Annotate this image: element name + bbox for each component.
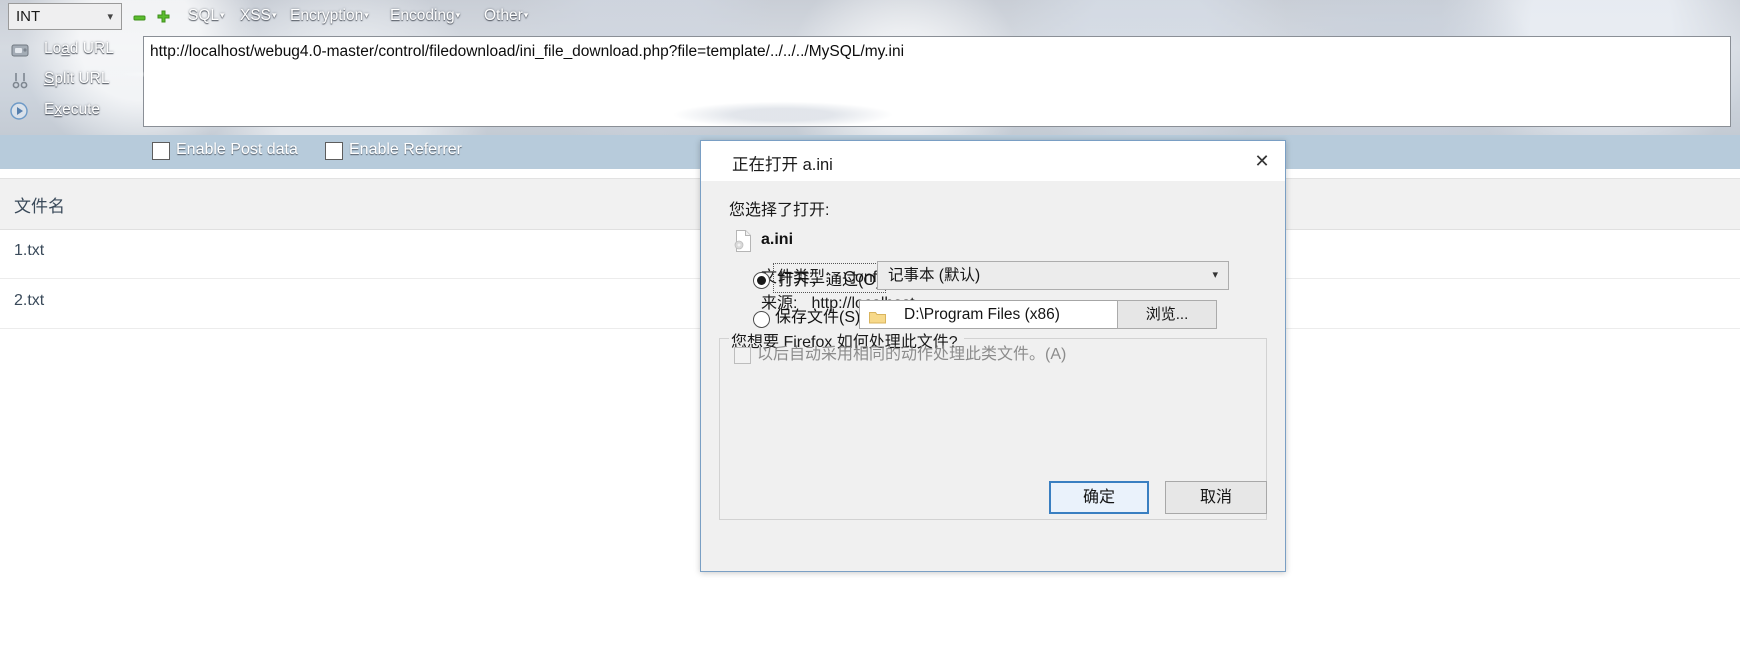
save-file-label[interactable]: 保存文件(S) <box>775 303 860 327</box>
load-url-icon <box>10 40 30 60</box>
caret-down-icon: ▾ <box>272 10 277 21</box>
open-with-radio[interactable] <box>753 272 770 289</box>
menu-sql[interactable]: SQL▾ <box>188 7 225 25</box>
split-url-icon <box>10 70 30 90</box>
column-header-filename: 文件名 <box>14 197 65 216</box>
ini-file-icon <box>733 229 753 253</box>
enable-referrer-label: Enable Referrer <box>349 141 462 158</box>
file-name-cell[interactable]: 1.txt <box>14 242 44 260</box>
caret-down-icon: ▾ <box>455 10 461 21</box>
caret-down-icon: ▾ <box>364 10 369 21</box>
menu-other[interactable]: Other▾ <box>484 7 528 25</box>
url-input[interactable]: http://localhost/webug4.0-master/control… <box>143 36 1731 127</box>
enable-post-data-checkbox[interactable] <box>152 142 170 160</box>
menu-encryption[interactable]: Encryption▾ <box>290 7 369 25</box>
open-with-application-select[interactable]: 记事本 (默认) ▾ <box>877 261 1229 290</box>
plus-icon[interactable] <box>157 10 170 23</box>
dialog-title: 正在打开 a.ini <box>732 156 833 174</box>
split-url-button[interactable]: Split URL <box>44 70 109 88</box>
enable-referrer-checkbox[interactable] <box>325 142 343 160</box>
dialog-titlebar: 正在打开 a.ini ✕ <box>701 141 1285 181</box>
ok-button[interactable]: 确定 <box>1049 481 1149 514</box>
execute-button[interactable]: Execute <box>44 101 100 119</box>
dialog-intro-text: 您选择了打开: <box>729 202 830 219</box>
execute-icon <box>9 101 29 121</box>
save-file-radio[interactable] <box>753 311 770 328</box>
dialog-body: 您选择了打开: a.ini 文件类型:Configuration Setting… <box>701 181 1285 571</box>
chevron-down-icon: ▾ <box>107 11 113 23</box>
remember-choice-label: 以后自动采用相同的动作处理此类文件。(A) <box>757 346 1067 363</box>
menu-xss[interactable]: XSS▾ <box>240 7 277 25</box>
file-name: a.ini <box>761 231 794 248</box>
hackbar-toolbar: INT ▾ SQL▾ XSS▾ Encryption▾ Encoding▾ Ot… <box>0 0 1740 135</box>
load-url-button[interactable]: Load URL <box>44 40 114 58</box>
folder-icon <box>869 306 886 324</box>
open-with-application-value: 记事本 (默认) <box>888 267 981 284</box>
file-name-cell[interactable]: 2.txt <box>14 292 44 310</box>
menu-encoding[interactable]: Encoding▾ <box>390 7 460 25</box>
save-path-value: D:\Program Files (x86) <box>904 306 1060 323</box>
remember-choice-checkbox[interactable] <box>734 347 751 364</box>
minus-icon[interactable] <box>133 11 146 24</box>
open-with-label[interactable]: 打开，通过(O) <box>773 263 887 293</box>
close-icon[interactable]: ✕ <box>1248 149 1276 173</box>
save-path-field[interactable]: D:\Program Files (x86) <box>859 300 1161 329</box>
payload-type-select[interactable]: INT ▾ <box>8 3 122 30</box>
payload-type-value: INT <box>16 8 41 25</box>
caret-down-icon: ▾ <box>523 10 529 21</box>
browse-button[interactable]: 浏览... <box>1117 300 1217 329</box>
enable-post-data-label: Enable Post data <box>176 141 298 158</box>
cancel-button[interactable]: 取消 <box>1165 481 1267 514</box>
chevron-down-icon: ▾ <box>1212 269 1218 281</box>
caret-down-icon: ▾ <box>220 10 225 21</box>
open-file-dialog: 正在打开 a.ini ✕ 您选择了打开: a.ini 文件类型:Configur… <box>700 140 1286 572</box>
